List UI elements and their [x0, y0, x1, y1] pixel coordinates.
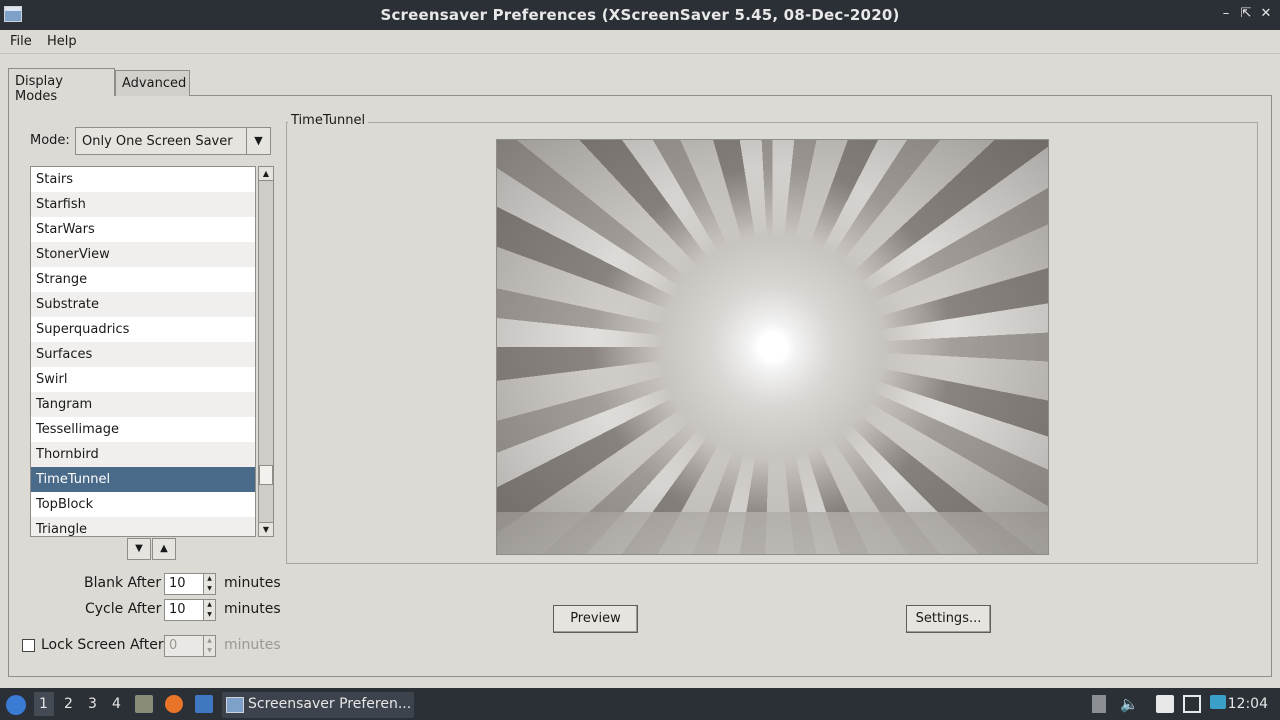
maximize-icon[interactable]: ⇱ [1238, 6, 1254, 22]
workspace-4[interactable]: 4 [112, 696, 121, 712]
menu-file[interactable]: File [10, 34, 32, 49]
list-item[interactable]: Tessellimage [31, 417, 255, 442]
menu-help[interactable]: Help [47, 34, 77, 49]
close-icon[interactable]: ✕ [1258, 6, 1274, 22]
mode-select[interactable]: Only One Screen Saver ▼ [75, 127, 271, 155]
lock-after-unit: minutes [224, 637, 281, 653]
list-item[interactable]: Starfish [31, 192, 255, 217]
preview-button[interactable]: Preview [553, 605, 638, 633]
firefox-icon[interactable] [165, 695, 183, 713]
blank-after-label: Blank After [84, 575, 162, 591]
blank-after-spinner[interactable]: 10 ▲ ▼ [164, 573, 216, 595]
list-item[interactable]: Thornbird [31, 442, 255, 467]
list-item[interactable]: StarWars [31, 217, 255, 242]
blank-after-unit: minutes [224, 575, 281, 591]
mode-select-value: Only One Screen Saver [82, 134, 233, 149]
screensaver-preview-image [496, 139, 1049, 555]
workspace-3[interactable]: 3 [88, 696, 97, 712]
list-item[interactable]: StonerView [31, 242, 255, 267]
list-scrollbar[interactable]: ▲ ▼ [258, 166, 274, 537]
list-item[interactable]: Superquadrics [31, 317, 255, 342]
preview-frame-title: TimeTunnel [288, 113, 369, 128]
list-item[interactable]: Tangram [31, 392, 255, 417]
list-item[interactable]: Strange [31, 267, 255, 292]
workspace-2[interactable]: 2 [64, 696, 73, 712]
previous-saver-button[interactable]: ▲ [152, 538, 176, 560]
minimize-icon[interactable]: – [1218, 6, 1234, 22]
list-item[interactable]: Substrate [31, 292, 255, 317]
workspace-1[interactable]: 1 [39, 696, 48, 712]
cycle-after-value: 10 [169, 602, 186, 617]
spinner-arrows-icon[interactable]: ▲ ▼ [203, 574, 215, 594]
spinner-arrows-icon: ▲ ▼ [203, 636, 215, 656]
tab-advanced[interactable]: Advanced [115, 70, 190, 96]
chevron-down-icon[interactable]: ▼ [246, 128, 270, 154]
clock[interactable]: 12:04 [1228, 696, 1268, 712]
scrollbar-thumb[interactable] [259, 465, 273, 485]
blank-after-value: 10 [169, 576, 186, 591]
arrow-up-icon: ▲ [160, 543, 168, 554]
start-menu-icon[interactable] [6, 695, 26, 715]
window-title: Screensaver Preferences (XScreenSaver 5.… [380, 6, 900, 24]
list-item[interactable]: Stairs [31, 167, 255, 192]
tab-display-modes[interactable]: Display Modes [8, 68, 115, 104]
scroll-down-icon[interactable]: ▼ [259, 522, 273, 536]
list-item[interactable]: Swirl [31, 367, 255, 392]
clipboard-icon[interactable] [1156, 695, 1174, 713]
notification-icon[interactable] [1210, 695, 1226, 709]
spinner-arrows-icon[interactable]: ▲ ▼ [203, 600, 215, 620]
terminal-icon[interactable] [195, 695, 213, 713]
taskbar-window-button[interactable]: Screensaver Preferen... [222, 692, 414, 718]
settings-button[interactable]: Settings... [906, 605, 991, 633]
list-item[interactable]: Triangle [31, 517, 255, 536]
tray-arrow-icon[interactable] [1092, 695, 1106, 713]
preview-vignette [497, 140, 1048, 554]
list-item[interactable]: Surfaces [31, 342, 255, 367]
taskbar: 1 2 3 4 🔈 12:04 [0, 688, 1280, 720]
taskbar-window-title: Screensaver Preferen... [248, 696, 412, 712]
list-item-selected[interactable]: TimeTunnel [31, 467, 255, 492]
lock-screen-checkbox[interactable] [22, 639, 35, 652]
cycle-after-unit: minutes [224, 601, 281, 617]
title-bar: Screensaver Preferences (XScreenSaver 5.… [0, 0, 1280, 30]
arrow-down-icon: ▼ [135, 543, 143, 554]
saver-list[interactable]: Stairs Starfish StarWars StonerView Stra… [30, 166, 256, 537]
network-icon[interactable] [1183, 695, 1201, 713]
app-window-icon [226, 697, 244, 713]
file-manager-icon[interactable] [135, 695, 153, 713]
scroll-up-icon[interactable]: ▲ [259, 167, 273, 181]
lock-after-spinner: 0 ▲ ▼ [164, 635, 216, 657]
lock-after-value: 0 [169, 638, 178, 653]
cycle-after-label: Cycle After [85, 601, 162, 617]
cycle-after-spinner[interactable]: 10 ▲ ▼ [164, 599, 216, 621]
lock-screen-label: Lock Screen After [41, 637, 164, 653]
next-saver-button[interactable]: ▼ [127, 538, 151, 560]
list-item[interactable]: TopBlock [31, 492, 255, 517]
menu-bar: File Help [0, 30, 1280, 54]
volume-icon[interactable]: 🔈 [1120, 695, 1139, 713]
mode-label: Mode: [30, 133, 70, 148]
